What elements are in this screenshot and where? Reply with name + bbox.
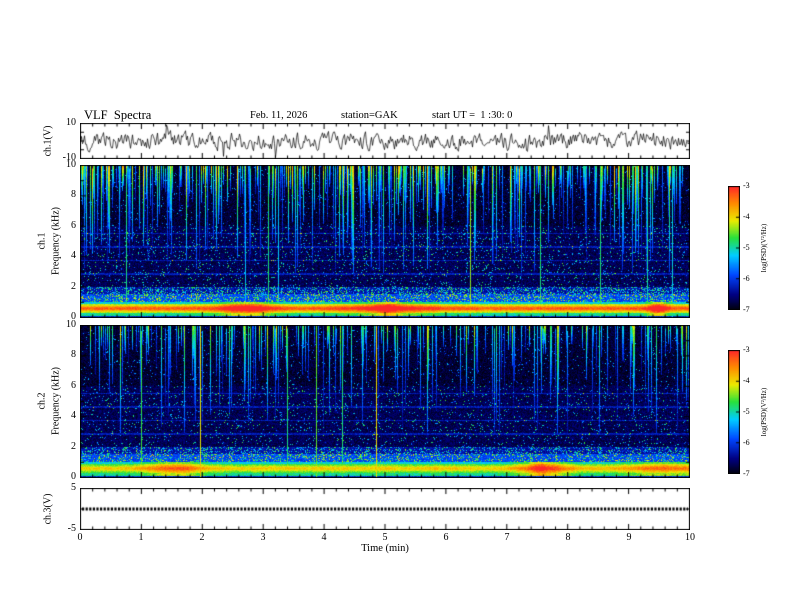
y-tick-label-ch1_spec: 8 xyxy=(71,189,76,201)
start-ut-label: start UT = 1 :30: 0 xyxy=(432,110,513,121)
x-tick-label: 1 xyxy=(138,532,144,543)
colorbar-ch1-canvas xyxy=(728,186,740,310)
colorbar-tick-label: -5 xyxy=(743,243,750,252)
y-tick-label-ch2_spec: 0 xyxy=(71,471,76,482)
x-tick-label: 2 xyxy=(199,532,205,543)
ch3-wave-ytick-bottom: -5 xyxy=(67,523,76,534)
y-tick-label-ch1_spec: 10 xyxy=(66,159,76,170)
ch1-wave-ytick-top: 10 xyxy=(66,117,76,128)
y-tick-label-ch2_spec: 4 xyxy=(71,410,76,422)
colorbar-tick-label: -6 xyxy=(743,438,750,447)
x-tick-label: 8 xyxy=(565,532,571,543)
x-tick-label: 7 xyxy=(504,532,510,543)
ch1-waveform-canvas xyxy=(80,123,690,159)
colorbar-tick-label: -7 xyxy=(743,305,750,314)
x-axis-label: Time (min) xyxy=(361,543,409,554)
y-tick-label-ch1_spec: 2 xyxy=(71,280,76,292)
ch3-waveform-canvas xyxy=(80,488,690,530)
x-tick-label: 9 xyxy=(626,532,632,543)
ch2-channel-label: ch.2 xyxy=(36,392,48,410)
colorbar-tick-label: -7 xyxy=(743,469,750,478)
colorbar-tick-label: -5 xyxy=(743,407,750,416)
x-tick-label: 10 xyxy=(685,532,695,543)
x-tick-label: 0 xyxy=(77,532,83,543)
ch1-spectrogram-canvas xyxy=(80,165,690,318)
y-tick-label-ch2_spec: 10 xyxy=(66,319,76,330)
ch2-frequency-axis-label: Frequency (kHz) xyxy=(50,366,62,436)
colorbar-ch2-canvas xyxy=(728,350,740,474)
colorbar-ch2-label: log(PSD)(V²/Hz) xyxy=(760,387,768,437)
ch1-frequency-axis-label: Frequency (kHz) xyxy=(50,206,62,276)
y-tick-label-ch2_spec: 6 xyxy=(71,379,76,391)
ch3-wave-ytick-top: 5 xyxy=(71,482,76,493)
x-tick-label: 4 xyxy=(321,532,327,543)
y-tick-label-ch1_spec: 6 xyxy=(71,219,76,231)
vlf-spectra-plot: VLF Spectra Feb. 11, 2026 station=GAK st… xyxy=(0,0,792,612)
station-label: station=GAK xyxy=(341,110,398,121)
y-tick-label-ch2_spec: 2 xyxy=(71,440,76,452)
ch3-wave-axis-label: ch.3(V) xyxy=(42,493,54,525)
x-tick-label: 5 xyxy=(382,532,388,543)
ch1-channel-label: ch.1 xyxy=(36,232,48,250)
x-tick-label: 6 xyxy=(443,532,449,543)
colorbar-tick-label: -3 xyxy=(743,345,750,354)
y-tick-label-ch1_spec: 4 xyxy=(71,250,76,262)
colorbar-ch1-label: log(PSD)(V²/Hz) xyxy=(760,223,768,273)
colorbar-tick-label: -6 xyxy=(743,274,750,283)
date-label: Feb. 11, 2026 xyxy=(250,110,308,121)
ch2-spectrogram-canvas xyxy=(80,325,690,478)
colorbar-tick-label: -3 xyxy=(743,181,750,190)
x-tick-label: 3 xyxy=(260,532,266,543)
plot-title: VLF Spectra xyxy=(84,108,152,122)
colorbar-tick-label: -4 xyxy=(743,212,750,221)
colorbar-tick-label: -4 xyxy=(743,376,750,385)
y-tick-label-ch2_spec: 8 xyxy=(71,349,76,361)
